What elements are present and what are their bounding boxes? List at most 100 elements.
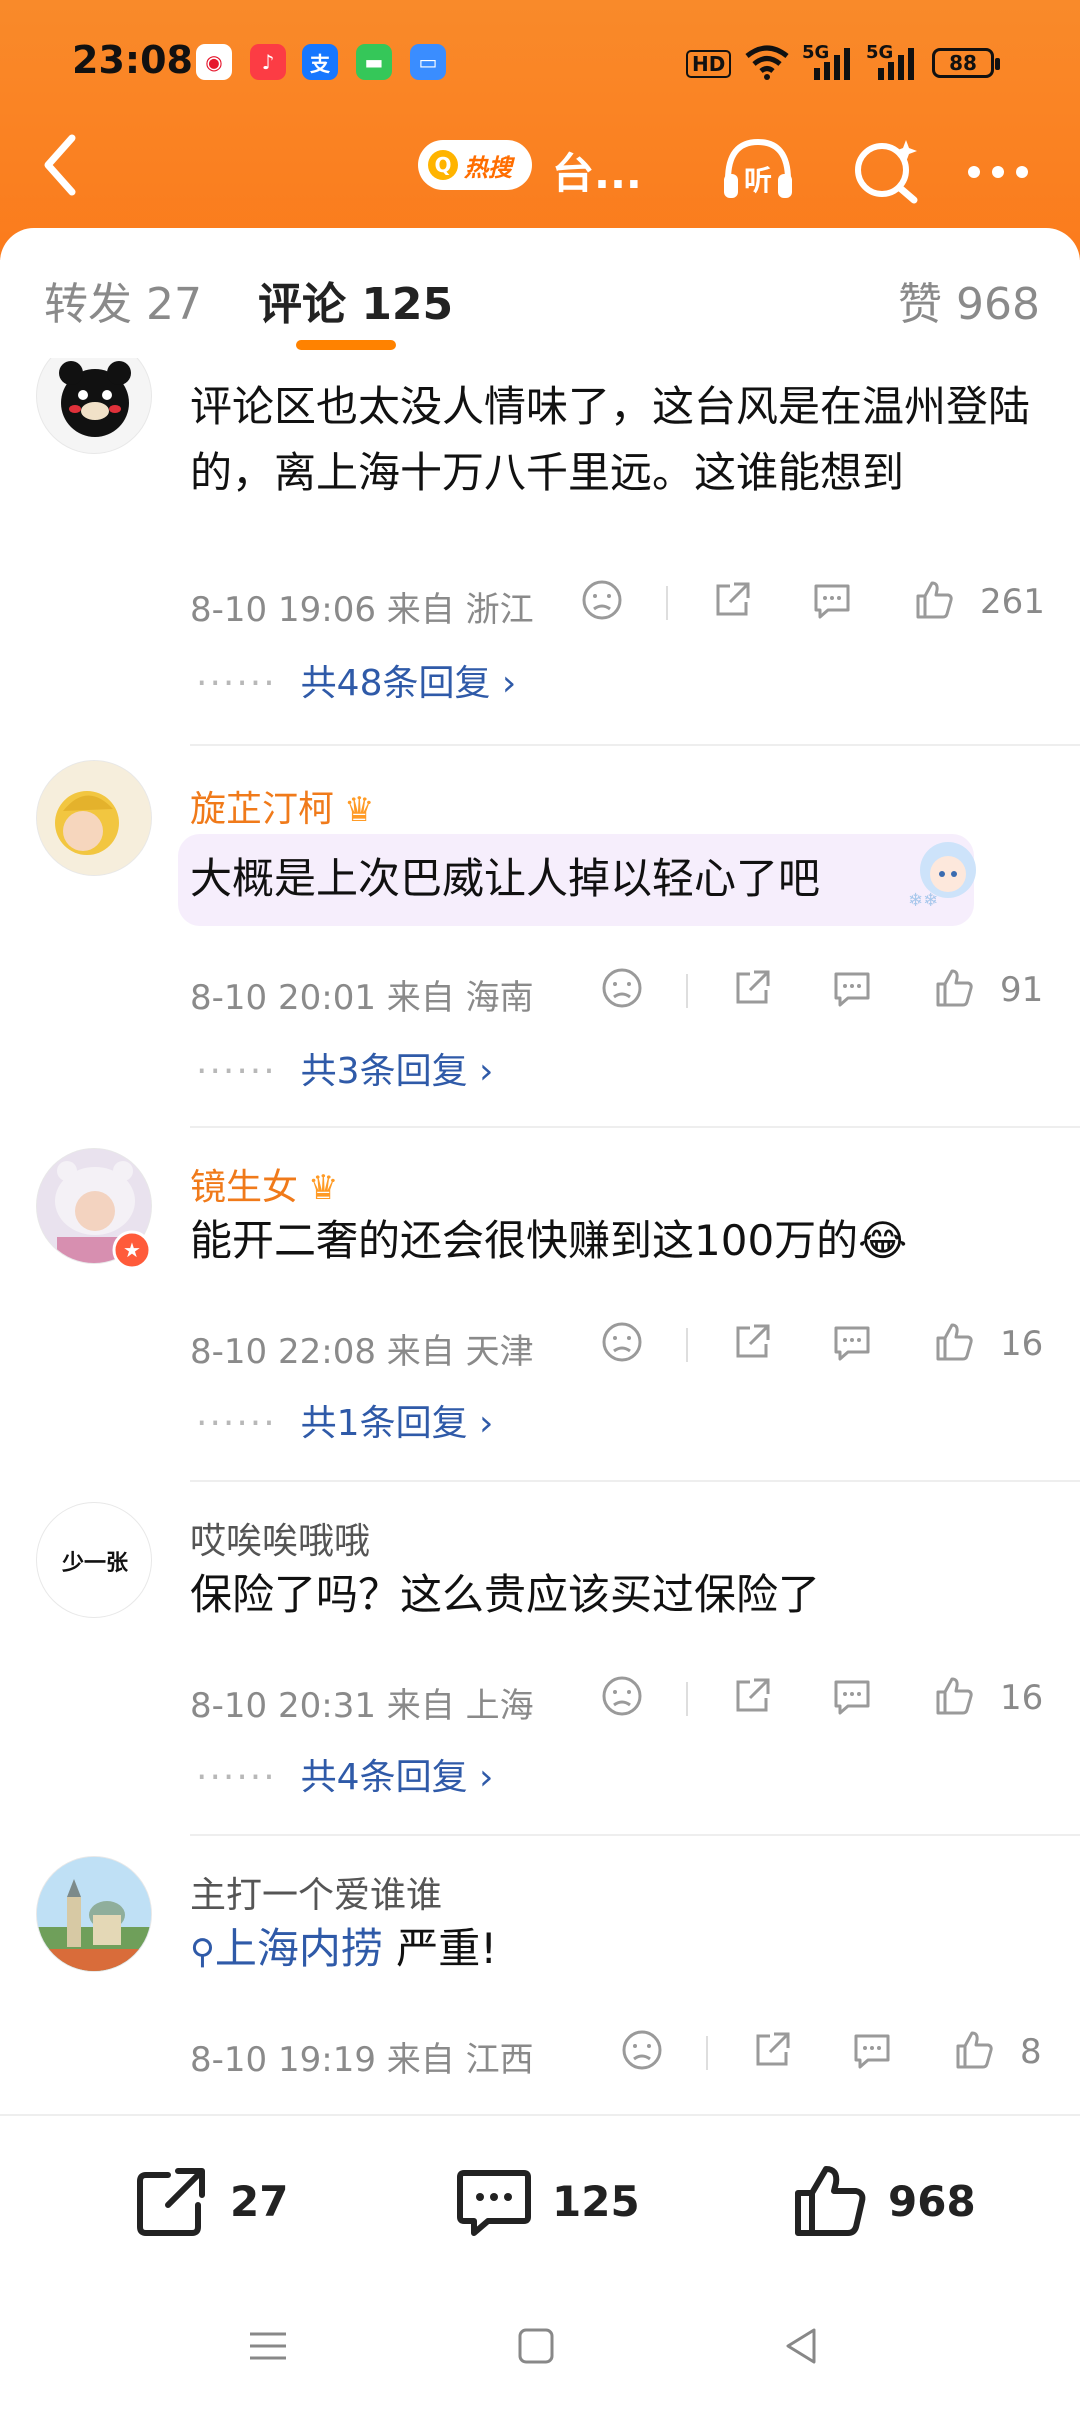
meta-separator [706, 2036, 708, 2070]
avatar[interactable] [36, 358, 152, 454]
tab-comment[interactable]: 评论 125 [258, 268, 453, 332]
view-replies-link[interactable]: ······ 共48条回复 › [196, 654, 516, 706]
comment-item: 少一张 哎唉唉哦哦 保险了吗？这么贵应该买过保险了 8-10 20:31 来自 … [0, 1498, 1080, 1858]
location-text: 来自 上海 [386, 1686, 534, 1726]
signal-icon-1 [814, 48, 850, 80]
username[interactable]: 旋芷汀柯 ♛ [190, 780, 375, 832]
menu-nav-icon[interactable] [246, 2324, 290, 2368]
svg-text:听: 听 [744, 164, 772, 197]
replies-text: 共4条回复 [300, 1757, 468, 1798]
hd-indicator: HD [686, 50, 732, 78]
hot-search-chip[interactable]: Q 热搜 [418, 140, 532, 190]
avatar[interactable]: 少一张 [36, 1502, 152, 1618]
repost-button[interactable]: 27 [132, 2156, 288, 2246]
avatar-text: 少一张 [61, 1551, 128, 1576]
reply-icon[interactable] [830, 1674, 874, 1718]
comment-meta: 8-10 19:06 来自 浙江 261 [190, 572, 1050, 632]
date-text: 8-10 19:06 [190, 590, 376, 630]
back-arrow-icon[interactable] [36, 130, 86, 200]
username[interactable]: 主打一个爱谁谁 [190, 1866, 442, 1918]
divider [190, 1126, 1080, 1128]
search-icon: Q [428, 150, 458, 180]
dislike-icon[interactable] [620, 2028, 664, 2072]
view-replies-link[interactable]: ······ 共3条回复 › [196, 1042, 493, 1094]
date-text: 8-10 20:31 [190, 1686, 376, 1726]
more-icon[interactable] [958, 130, 1038, 210]
system-nav-bar [0, 2284, 1080, 2414]
nav-bar: Q 热搜 台... 听 [0, 120, 1080, 216]
like-icon[interactable] [952, 2028, 996, 2072]
comment-meta: 8-10 22:08 来自 天津 16 [190, 1314, 1050, 1374]
like-count: 91 [1000, 970, 1044, 1010]
verified-badge-icon: ★ [112, 1230, 152, 1270]
hashtag-link[interactable]: ⚲上海内捞 [190, 1924, 383, 1973]
username[interactable]: 镜生女 ♛ [190, 1158, 339, 1210]
bottom-action-bar: 27 125 968 [0, 2114, 1080, 2286]
share-icon[interactable] [710, 578, 754, 622]
tab-like[interactable]: 赞 968 [898, 268, 1040, 332]
like-button[interactable]: 968 [790, 2156, 976, 2246]
home-nav-icon[interactable] [514, 2324, 558, 2368]
like-icon[interactable] [932, 1674, 976, 1718]
comment-count: 125 [552, 2176, 640, 2226]
like-count: 8 [1020, 2032, 1042, 2072]
like-icon[interactable] [932, 1320, 976, 1364]
wifi-icon [745, 45, 789, 80]
like-icon[interactable] [912, 578, 956, 622]
avatar[interactable] [36, 1856, 152, 1972]
replies-dots: ······ [196, 663, 277, 704]
comment-text: ⚲上海内捞 严重! [190, 1916, 1050, 1985]
reply-icon[interactable] [810, 578, 854, 622]
view-replies-link[interactable]: ······ 共1条回复 › [196, 1394, 493, 1446]
view-replies-link[interactable]: ······ 共4条回复 › [196, 1748, 493, 1800]
repost-count: 27 [230, 2176, 289, 2226]
like-count-total: 968 [888, 2176, 976, 2226]
location-text: 来自 天津 [386, 1332, 534, 1372]
comment-date: 8-10 20:31 来自 上海 [190, 1678, 534, 1727]
topic-title[interactable]: 台... [552, 140, 642, 201]
hashtag-text: 上海内捞 [214, 1924, 383, 1973]
dislike-icon[interactable] [600, 966, 644, 1010]
share-icon[interactable] [730, 1674, 774, 1718]
replies-dots: ······ [196, 1051, 277, 1092]
share-icon[interactable] [730, 1320, 774, 1364]
active-tab-indicator [296, 340, 396, 350]
ai-search-icon[interactable] [848, 130, 928, 210]
comment-date: 8-10 20:01 来自 海南 [190, 970, 534, 1019]
comment-panel: 转发 27 评论 125 赞 968 评论区也太没人情味了，这台风是在温州登陆的… [0, 228, 1080, 2118]
comment-meta: 8-10 19:19 来自 江西 8 [190, 2022, 1050, 2082]
comment-button[interactable]: 125 [454, 2156, 640, 2246]
weibo-notification-icon: ◉ [196, 44, 232, 80]
replies-text: 共3条回复 [300, 1051, 468, 1092]
meta-separator [666, 586, 668, 620]
dislike-icon[interactable] [600, 1320, 644, 1364]
reply-icon[interactable] [830, 1320, 874, 1364]
share-icon[interactable] [730, 966, 774, 1010]
share-icon[interactable] [750, 2028, 794, 2072]
dislike-icon[interactable] [600, 1674, 644, 1718]
like-count: 16 [1000, 1678, 1044, 1718]
signal-icon-2 [878, 48, 914, 80]
location-text: 来自 浙江 [386, 590, 534, 630]
username[interactable]: 哎唉唉哦哦 [190, 1512, 370, 1564]
files-notification-icon: ▭ [410, 44, 446, 80]
back-nav-icon[interactable] [780, 2324, 824, 2368]
tab-repost[interactable]: 转发 27 [44, 268, 202, 332]
like-icon[interactable] [932, 966, 976, 1010]
thumbs-up-icon [795, 2166, 866, 2236]
dislike-icon[interactable] [580, 578, 624, 622]
message-notification-icon: ▬ [356, 44, 392, 80]
like-count: 16 [1000, 1324, 1044, 1364]
comment-item: ★ 镜生女 ♛ 能开二奢的还会很快赚到这100万的😂 8-10 22:08 来自 … [0, 1144, 1080, 1504]
reply-icon[interactable] [830, 966, 874, 1010]
avatar[interactable] [36, 760, 152, 876]
meta-separator [686, 974, 688, 1008]
listen-icon[interactable]: 听 [718, 130, 798, 210]
vip-crown-icon: ♛ [308, 1168, 339, 1208]
replies-dots: ······ [196, 1757, 277, 1798]
divider [190, 1480, 1080, 1482]
comment-date: 8-10 19:19 来自 江西 [190, 2032, 534, 2081]
status-time: 23:08 [72, 38, 193, 82]
comment-item: 评论区也太没人情味了，这台风是在温州登陆的，离上海十万八千里远。这谁能想到 8-… [0, 358, 1080, 748]
reply-icon[interactable] [850, 2028, 894, 2072]
